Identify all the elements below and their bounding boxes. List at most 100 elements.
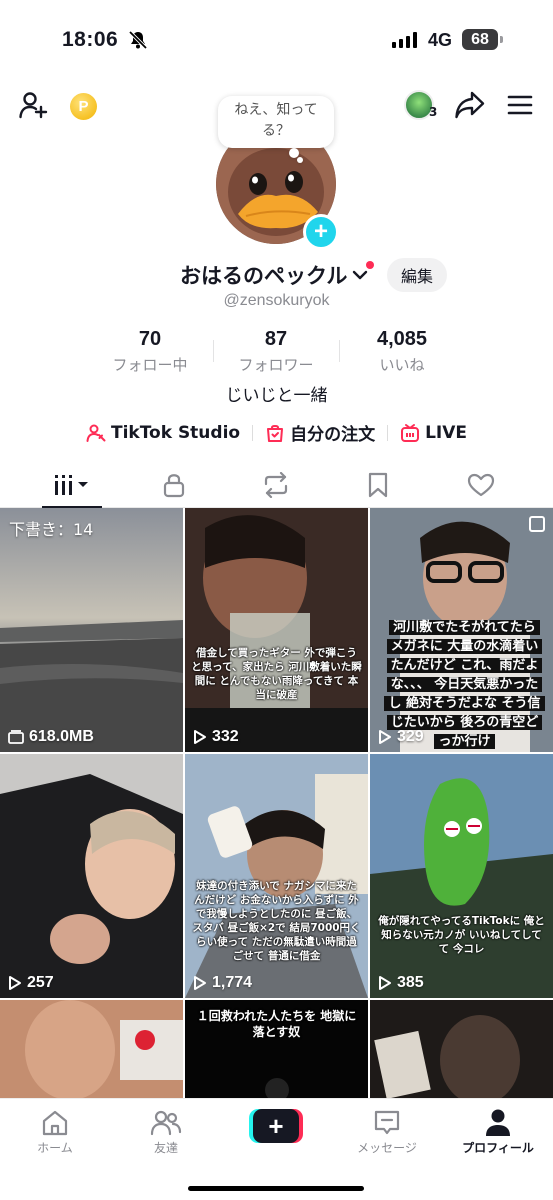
home-icon <box>0 1107 110 1139</box>
battery-indicator: 68 <box>462 29 503 50</box>
nav-profile[interactable]: プロフィール <box>443 1107 553 1156</box>
bookmark-icon <box>368 472 388 498</box>
bubble-tail-small <box>297 157 303 163</box>
archive-icon <box>8 730 24 744</box>
orders-link[interactable]: 自分の注文 <box>265 420 375 445</box>
repost-icon <box>264 472 288 498</box>
play-icon <box>379 976 391 990</box>
nav-profile-label: プロフィール <box>462 1141 534 1155</box>
bio: じいじと一緒 <box>225 386 328 406</box>
play-icon <box>9 976 21 990</box>
video-tile[interactable]: 妹達の付き添いで ナガシマに来たんだけど お金ないから入らずに 外で我慢しようと… <box>185 754 368 998</box>
following-label: フォロー中 <box>112 356 188 374</box>
tab-reposts[interactable] <box>246 470 306 500</box>
create-button[interactable]: + <box>249 1109 303 1143</box>
video-thumbnail <box>370 1000 553 1098</box>
view-count-value: 332 <box>212 728 239 745</box>
tab-favorites[interactable] <box>348 470 408 500</box>
avatar-note-bubble[interactable]: ねえ、知ってる？ <box>218 96 334 148</box>
add-story-button[interactable]: + <box>303 214 339 250</box>
video-caption: １回救われた人たちを 地獄に落とす奴 <box>196 1009 357 1039</box>
view-count: 329 <box>378 728 424 746</box>
friends-icon <box>111 1107 221 1139</box>
stat-divider <box>213 340 214 362</box>
tab-private[interactable] <box>144 470 204 500</box>
likes-count: 4,085 <box>376 328 428 350</box>
tab-videos[interactable] <box>42 470 102 500</box>
followers-stat[interactable]: 87 フォロワー <box>216 328 336 375</box>
nav-home[interactable]: ホーム <box>0 1107 110 1156</box>
video-tile[interactable]: 借金して買ったギター 外で弾こうと思って、家出たら 河川敷着いた瞬間に とんでも… <box>185 508 368 752</box>
status-time: 18:06 <box>62 28 119 51</box>
video-tile[interactable]: 257 <box>0 754 183 998</box>
video-caption: 妹達の付き添いで ナガシマに来たんだけど お金ないから入らずに 外で我慢しようと… <box>192 880 361 962</box>
videos-grid-icon <box>55 475 88 495</box>
nav-home-label: ホーム <box>37 1141 73 1155</box>
draft-video-tile[interactable]: 下書き：14 618.0MB <box>0 508 183 752</box>
profile-icon <box>443 1107 553 1139</box>
following-stat[interactable]: 70 フォロー中 <box>90 328 210 375</box>
tab-liked[interactable] <box>451 470 511 500</box>
video-caption: 借金して買ったギター 外で弾こうと思って、家出たら 河川敷着いた瞬間に とんでも… <box>191 647 362 701</box>
play-icon <box>379 730 391 744</box>
view-count-value: 385 <box>397 974 424 991</box>
likes-stat[interactable]: 4,085 いいね <box>342 328 462 375</box>
tiktok-studio-label: TikTok Studio <box>110 422 241 443</box>
display-name[interactable]: おはるのペックル <box>180 260 347 290</box>
lock-icon <box>163 474 185 498</box>
drafts-label: 下書き：14 <box>9 520 94 539</box>
video-caption: 俺が隠れてやってるTikTokに 俺と知らない元カノが いいねしてしてて 今コレ <box>378 915 545 955</box>
likes-label: いいね <box>379 356 425 374</box>
live-tv-icon <box>401 423 420 442</box>
username: @zensokuryok <box>223 292 330 309</box>
followers-count: 87 <box>264 328 288 350</box>
notification-dot <box>366 261 374 269</box>
play-icon <box>194 730 206 744</box>
view-count: 257 <box>8 974 54 992</box>
video-tile[interactable]: １回救われた人たちを 地獄に落とす奴 <box>185 1000 368 1098</box>
home-indicator <box>188 1186 364 1191</box>
shopping-bag-icon <box>267 424 284 442</box>
link-divider <box>387 424 389 441</box>
cellular-signal-icon <box>392 32 417 48</box>
following-count: 70 <box>138 328 162 350</box>
orders-label: 自分の注文 <box>290 425 376 445</box>
add-friend-icon[interactable] <box>18 90 48 124</box>
video-thumbnail <box>370 754 553 998</box>
video-thumbnail <box>0 754 183 998</box>
share-icon[interactable] <box>454 90 486 124</box>
friend-count: 3 <box>429 105 438 119</box>
live-label: LIVE <box>425 422 468 443</box>
view-count-value: 257 <box>27 974 54 991</box>
multi-photo-icon <box>529 516 545 532</box>
video-thumbnail <box>0 1000 183 1098</box>
view-count: 385 <box>378 974 424 992</box>
live-link[interactable]: LIVE <box>400 423 467 443</box>
video-tile[interactable]: 俺が隠れてやってるTikTokに 俺と知らない元カノが いいねしてしてて 今コレ… <box>370 754 553 998</box>
edit-profile-button[interactable]: 編集 <box>387 258 447 292</box>
bell-muted-icon <box>128 30 148 54</box>
nav-friends-label: 友達 <box>153 1141 178 1155</box>
video-grid: 下書き：14 618.0MB 借金して買ったギター 外で弾こうと思って、家出たら… <box>0 508 553 1098</box>
play-icon <box>194 976 206 990</box>
nav-messages-label: メッセージ <box>357 1141 417 1155</box>
coin-icon[interactable]: P <box>70 93 97 120</box>
video-tile[interactable]: 河川敷でたそがれてたら メガネに 大量の水滴着いたんだけど これ、雨だよな、、、… <box>370 508 553 752</box>
nav-friends[interactable]: 友達 <box>111 1107 221 1156</box>
heart-icon <box>467 473 495 497</box>
followers-label: フォロワー <box>238 356 314 374</box>
studio-icon <box>86 424 106 442</box>
status-bar: 18:06 4G 68 <box>0 0 553 80</box>
video-thumbnail <box>185 508 368 752</box>
view-count: 332 <box>193 728 239 746</box>
tiktok-studio-link[interactable]: TikTok Studio <box>86 423 240 443</box>
chevron-down-icon[interactable] <box>352 266 368 285</box>
menu-icon[interactable] <box>507 94 533 120</box>
link-divider <box>252 424 254 441</box>
plus-icon: + <box>253 1109 299 1143</box>
video-tile[interactable] <box>0 1000 183 1098</box>
nav-messages[interactable]: メッセージ <box>332 1107 442 1156</box>
storage-size: 618.0MB <box>8 728 94 746</box>
network-type: 4G <box>428 30 453 50</box>
video-tile[interactable] <box>370 1000 553 1098</box>
